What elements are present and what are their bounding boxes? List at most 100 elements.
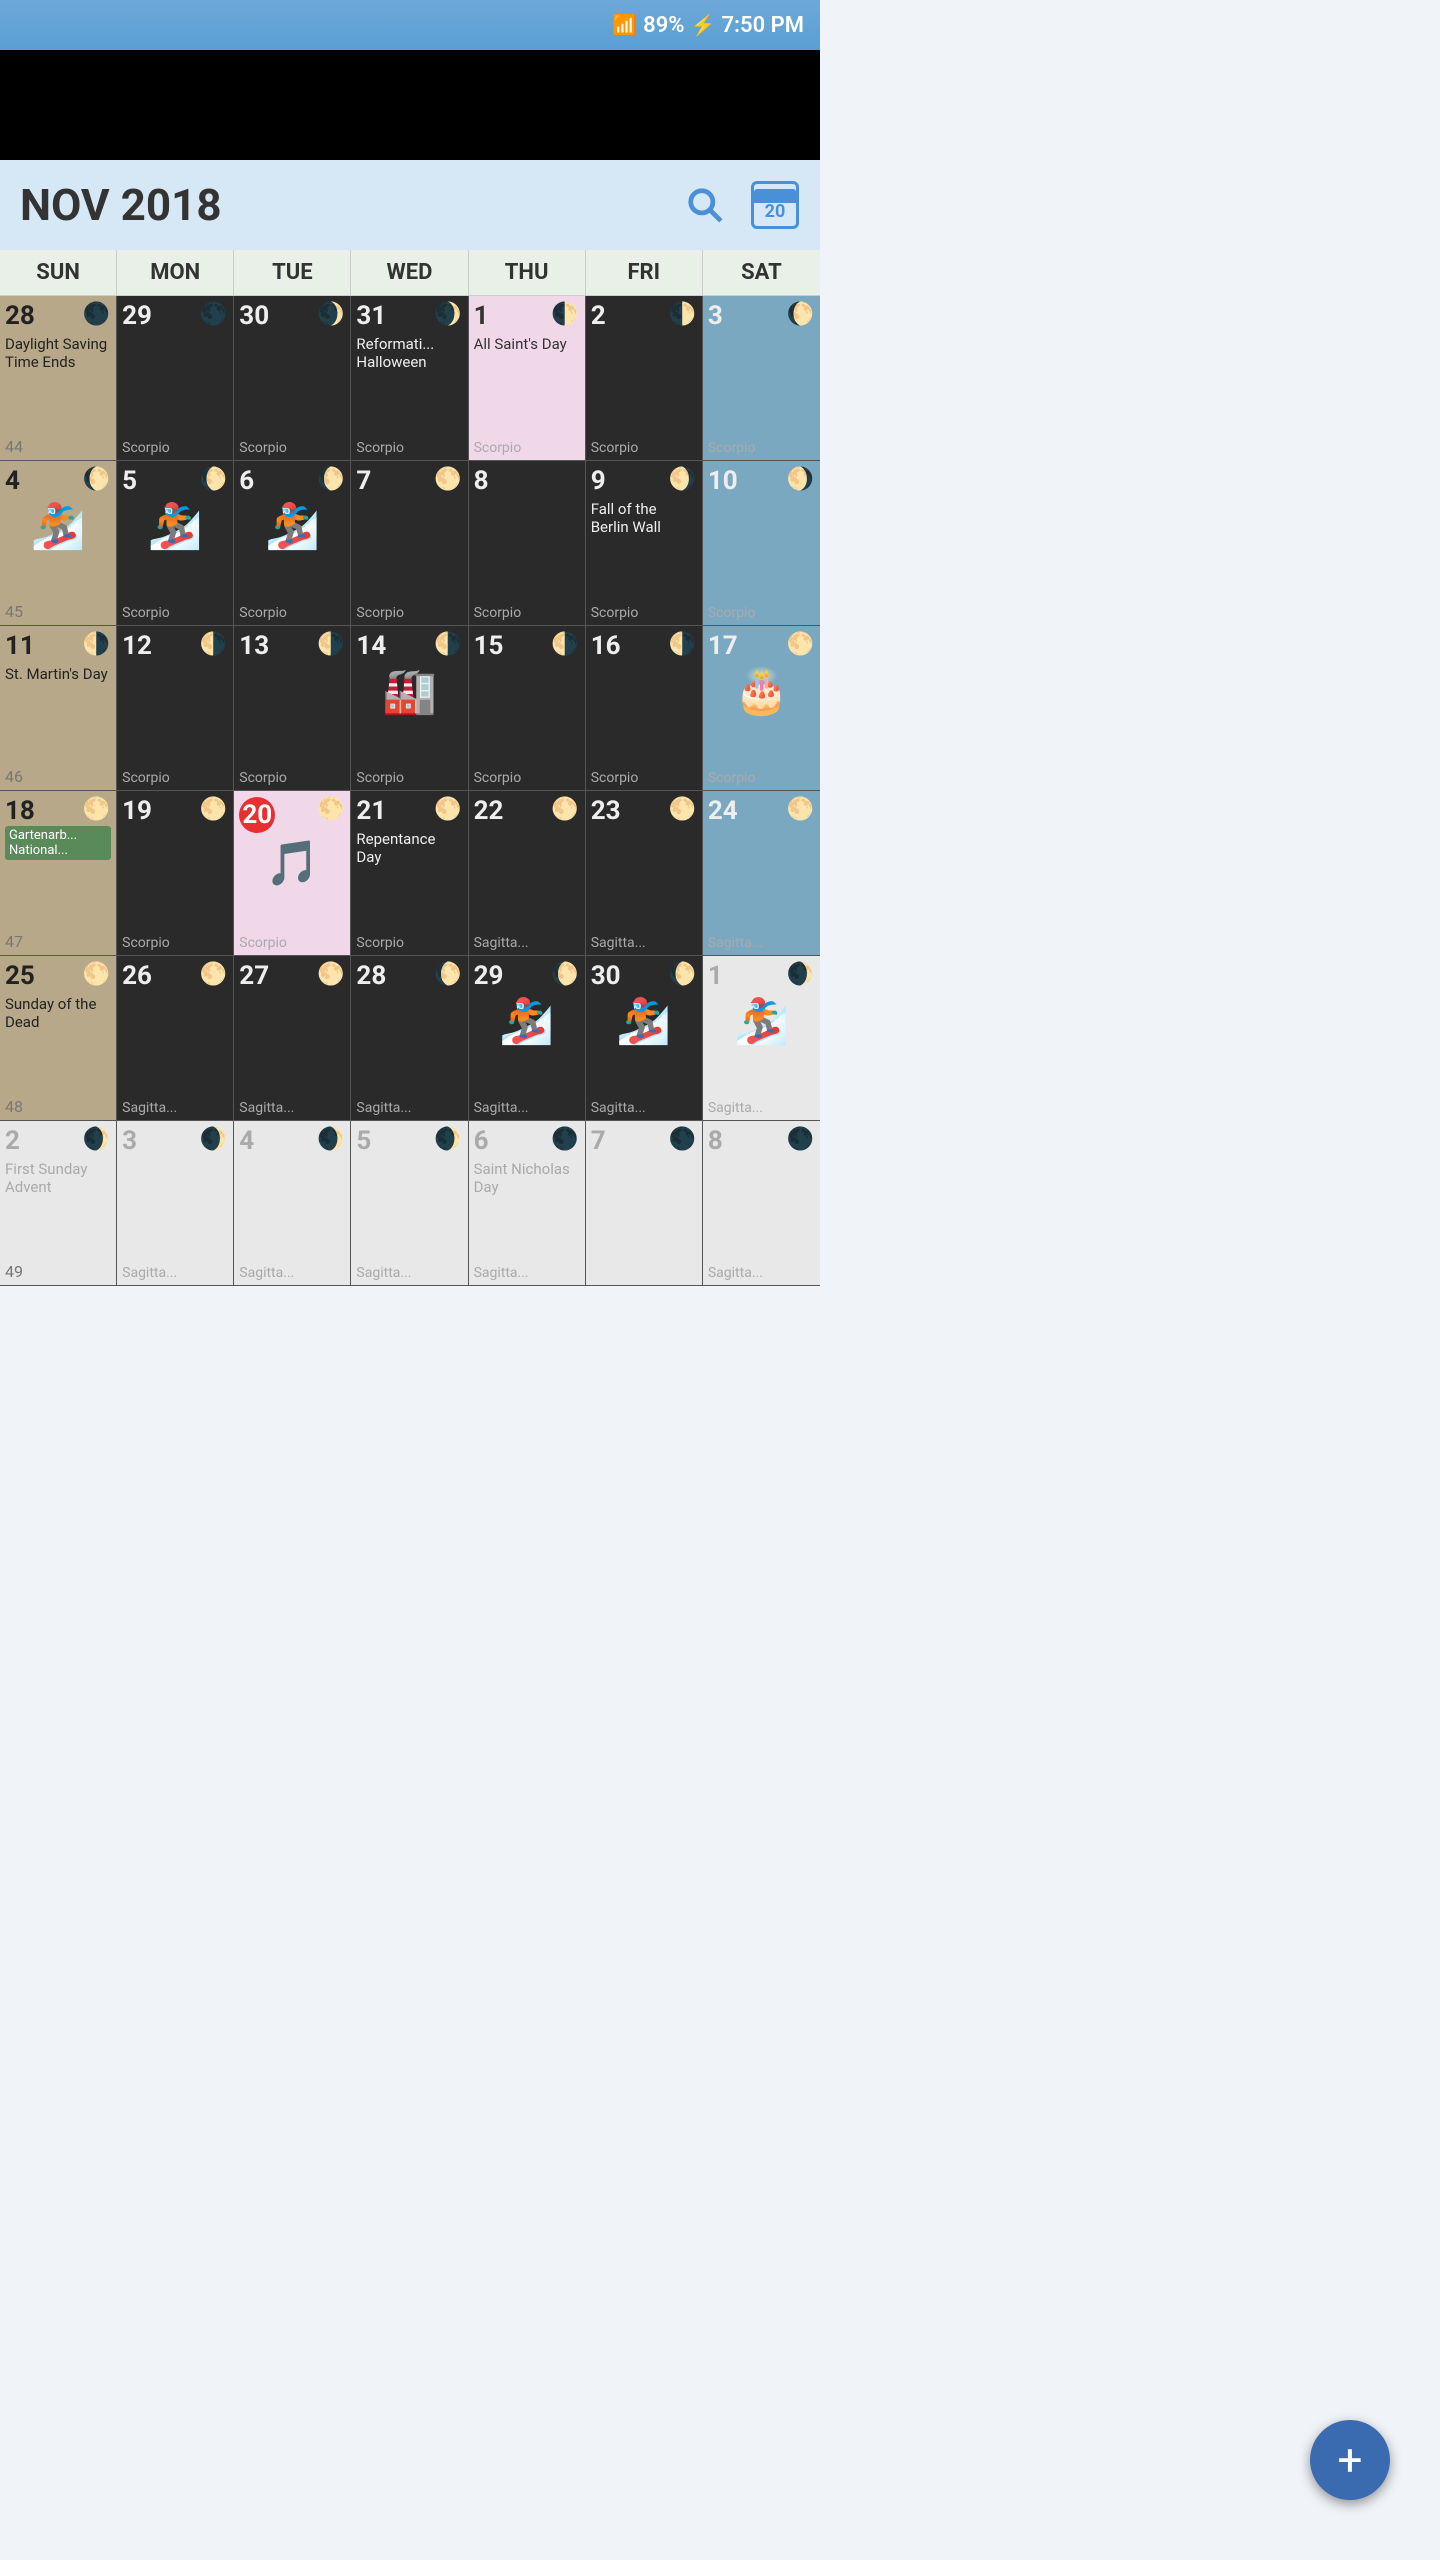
zodiac-text: Sagitta... <box>708 935 815 951</box>
calendar-cell-dec3[interactable]: 3🌒Sagitta... <box>117 1121 234 1286</box>
calendar-cell-dec2[interactable]: 2🌒First Sunday Advent49 <box>0 1121 117 1286</box>
calendar-cell-oct31[interactable]: 31🌒Reformati... HalloweenScorpio <box>351 296 468 461</box>
calendar-cell-nov5[interactable]: 5🌔🏂Scorpio <box>117 461 234 626</box>
calendar-cell-nov8[interactable]: 8Scorpio <box>469 461 586 626</box>
add-event-button[interactable]: + <box>1310 2420 1390 2500</box>
moon-phase-icon: 🌗 <box>317 632 344 657</box>
moon-phase-icon: 🌕 <box>200 797 227 822</box>
cell-number: 28 <box>356 962 386 991</box>
cell-number: 17 <box>708 632 738 661</box>
black-bar <box>0 50 820 160</box>
cell-number: 7 <box>591 1127 606 1156</box>
calendar-cell-nov10[interactable]: 10🌖Scorpio <box>703 461 820 626</box>
moon-phase-icon: 🌕 <box>83 797 110 822</box>
cell-event: Reformati... Halloween <box>356 335 462 388</box>
moon-phase-icon: 🌔 <box>200 467 227 492</box>
moon-phase-icon: 🌑 <box>200 302 227 327</box>
moon-phase-icon: 🌗 <box>434 632 461 657</box>
month-title: NOV 2018 <box>20 179 680 231</box>
cell-event: Saint Nicholas Day <box>474 1160 580 1213</box>
cell-number: 15 <box>474 632 504 661</box>
calendar-cell-nov25[interactable]: 25🌕Sunday of the Dead48 <box>0 956 117 1121</box>
calendar-cell-nov1[interactable]: 1🌓All Saint's DayScorpio <box>469 296 586 461</box>
cell-event: St. Martin's Day <box>5 665 111 715</box>
moon-phase-icon: 🌖 <box>787 467 814 492</box>
cell-number: 12 <box>122 632 152 661</box>
zodiac-text: Sagitta... <box>708 1100 815 1116</box>
calendar-header: NOV 2018 20 <box>0 160 820 250</box>
zodiac-text: Scorpio <box>708 605 815 621</box>
today-button[interactable]: 20 <box>750 180 800 230</box>
week-number: 48 <box>5 1097 111 1116</box>
day-header-fri: FRI <box>586 250 703 295</box>
calendar-cell-nov24[interactable]: 24🌕Sagitta... <box>703 791 820 956</box>
calendar-cell-dec5[interactable]: 5🌒Sagitta... <box>351 1121 468 1286</box>
calendar-cell-nov16[interactable]: 16🌗Scorpio <box>586 626 703 791</box>
calendar-cell-nov29[interactable]: 29🌔🏂Sagitta... <box>469 956 586 1121</box>
cell-number: 29 <box>474 962 504 991</box>
calendar-cell-dec7[interactable]: 7🌑 <box>586 1121 703 1286</box>
moon-phase-icon: 🌒 <box>434 302 461 327</box>
cell-emoji-icon: 🎂 <box>708 665 815 717</box>
zodiac-text: Sagitta... <box>474 1265 580 1281</box>
zodiac-text: Scorpio <box>591 605 697 621</box>
zodiac-text: Scorpio <box>239 440 345 456</box>
moon-phase-icon: 🌔 <box>787 302 814 327</box>
zodiac-text: Sagitta... <box>356 1100 462 1116</box>
calendar-cell-nov19[interactable]: 19🌕Scorpio <box>117 791 234 956</box>
moon-phase-icon: 🌗 <box>551 632 578 657</box>
moon-phase-icon: 🌔 <box>668 962 695 987</box>
calendar-cell-nov20[interactable]: 20🌕🎵Scorpio <box>234 791 351 956</box>
cell-number: 4 <box>239 1127 254 1156</box>
moon-phase-icon: 🌒 <box>200 1127 227 1152</box>
calendar-cell-nov14[interactable]: 14🌗🏭Scorpio <box>351 626 468 791</box>
cell-emoji-icon: 🏭 <box>356 665 462 717</box>
calendar-cell-nov7[interactable]: 7🌕Scorpio <box>351 461 468 626</box>
zodiac-text: Sagitta... <box>122 1265 228 1281</box>
calendar-cell-nov13[interactable]: 13🌗Scorpio <box>234 626 351 791</box>
cell-emoji-icon: 🏂 <box>122 500 228 552</box>
calendar-cell-nov26[interactable]: 26🌕Sagitta... <box>117 956 234 1121</box>
cell-number: 2 <box>591 302 606 331</box>
calendar-cell-nov3[interactable]: 3🌔Scorpio <box>703 296 820 461</box>
zodiac-text: Scorpio <box>474 440 580 456</box>
cell-number: 22 <box>474 797 504 826</box>
zodiac-text: Sagitta... <box>474 1100 580 1116</box>
calendar-cell-nov30[interactable]: 30🌔🏂Sagitta... <box>586 956 703 1121</box>
zodiac-text: Scorpio <box>122 935 228 951</box>
calendar-cell-nov2[interactable]: 2🌓Scorpio <box>586 296 703 461</box>
moon-phase-icon: 🌕 <box>551 797 578 822</box>
moon-phase-icon: 🌕 <box>83 962 110 987</box>
calendar-cell-oct28[interactable]: 28🌑Daylight Saving Time Ends44 <box>0 296 117 461</box>
cell-number: 24 <box>708 797 738 826</box>
calendar-cell-nov6[interactable]: 6🌔🏂Scorpio <box>234 461 351 626</box>
calendar-cell-oct29[interactable]: 29🌑Scorpio <box>117 296 234 461</box>
search-button[interactable] <box>680 180 730 230</box>
cell-number: 4 <box>5 467 20 496</box>
zodiac-text: Scorpio <box>122 770 228 786</box>
calendar-cell-nov11[interactable]: 11🌗St. Martin's Day46 <box>0 626 117 791</box>
calendar-cell-nov17[interactable]: 17🌕🎂Scorpio <box>703 626 820 791</box>
calendar-cell-oct30[interactable]: 30🌒Scorpio <box>234 296 351 461</box>
calendar-cell-nov15[interactable]: 15🌗Scorpio <box>469 626 586 791</box>
calendar-cell-nov23[interactable]: 23🌕Sagitta... <box>586 791 703 956</box>
calendar-cell-nov18[interactable]: 18🌕Gartenarb... National...47 <box>0 791 117 956</box>
moon-phase-icon: 🌕 <box>200 962 227 987</box>
calendar-cell-nov9[interactable]: 9🌖Fall of the Berlin WallScorpio <box>586 461 703 626</box>
calendar-cell-dec4[interactable]: 4🌒Sagitta... <box>234 1121 351 1286</box>
calendar-cell-nov12[interactable]: 12🌗Scorpio <box>117 626 234 791</box>
cell-number: 14 <box>356 632 386 661</box>
calendar-cell-nov22[interactable]: 22🌕Sagitta... <box>469 791 586 956</box>
calendar-cell-dec8[interactable]: 8🌑Sagitta... <box>703 1121 820 1286</box>
zodiac-text: Sagitta... <box>591 1100 697 1116</box>
cell-number: 25 <box>5 962 35 991</box>
cell-number: 30 <box>239 302 269 331</box>
cell-number: 3 <box>708 302 723 331</box>
calendar-cell-dec1[interactable]: 1🌒🏂Sagitta... <box>703 956 820 1121</box>
calendar-cell-nov27[interactable]: 27🌕Sagitta... <box>234 956 351 1121</box>
calendar-cell-dec6[interactable]: 6🌑Saint Nicholas DaySagitta... <box>469 1121 586 1286</box>
cell-number: 23 <box>591 797 621 826</box>
calendar-cell-nov4[interactable]: 4🌔🏂45 <box>0 461 117 626</box>
calendar-cell-nov28[interactable]: 28🌔Sagitta... <box>351 956 468 1121</box>
calendar-cell-nov21[interactable]: 21🌕Repentance DayScorpio <box>351 791 468 956</box>
